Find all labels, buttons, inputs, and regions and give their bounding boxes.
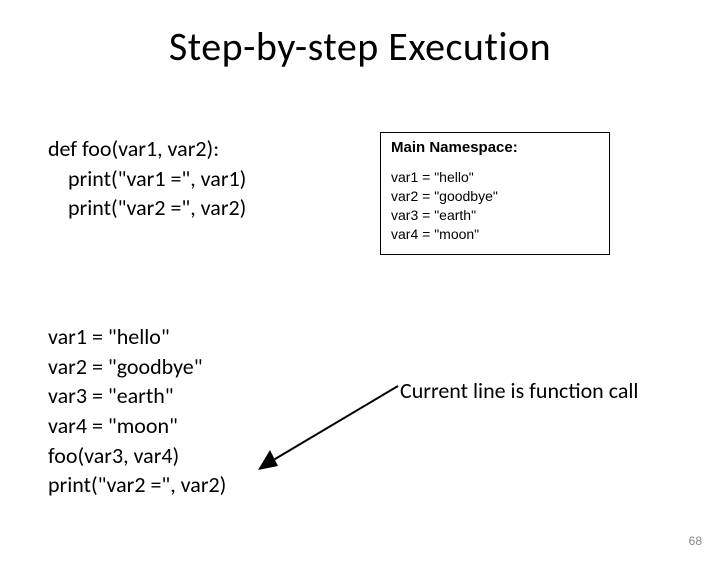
namespace-entry: var1 = "hello" [391,168,599,187]
code-line: print("var2 =", var2) [48,470,226,500]
code-line: var4 = "moon" [48,411,226,441]
slide-title: Step-by-step Execution [0,22,720,71]
code-main-body: var1 = "hello" var2 = "goodbye" var3 = "… [48,322,226,500]
code-line: print("var1 =", var1) [48,164,246,194]
annotation-text: Current line is function call [400,377,638,404]
code-line: print("var2 =", var2) [48,193,246,223]
code-line-current: foo(var3, var4) [48,441,226,471]
code-line: var2 = "goodbye" [48,352,226,382]
namespace-entry: var3 = "earth" [391,206,599,225]
arrow-icon [258,376,408,474]
code-line: var1 = "hello" [48,322,226,352]
code-line: var3 = "earth" [48,381,226,411]
namespace-entry: var4 = "moon" [391,225,599,244]
code-function-def: def foo(var1, var2): print("var1 =", var… [48,134,246,223]
namespace-box: Main Namespace: var1 = "hello" var2 = "g… [380,132,610,255]
namespace-entry: var2 = "goodbye" [391,187,599,206]
namespace-title: Main Namespace: [391,139,599,156]
code-line: def foo(var1, var2): [48,134,246,164]
page-number: 68 [689,534,702,548]
